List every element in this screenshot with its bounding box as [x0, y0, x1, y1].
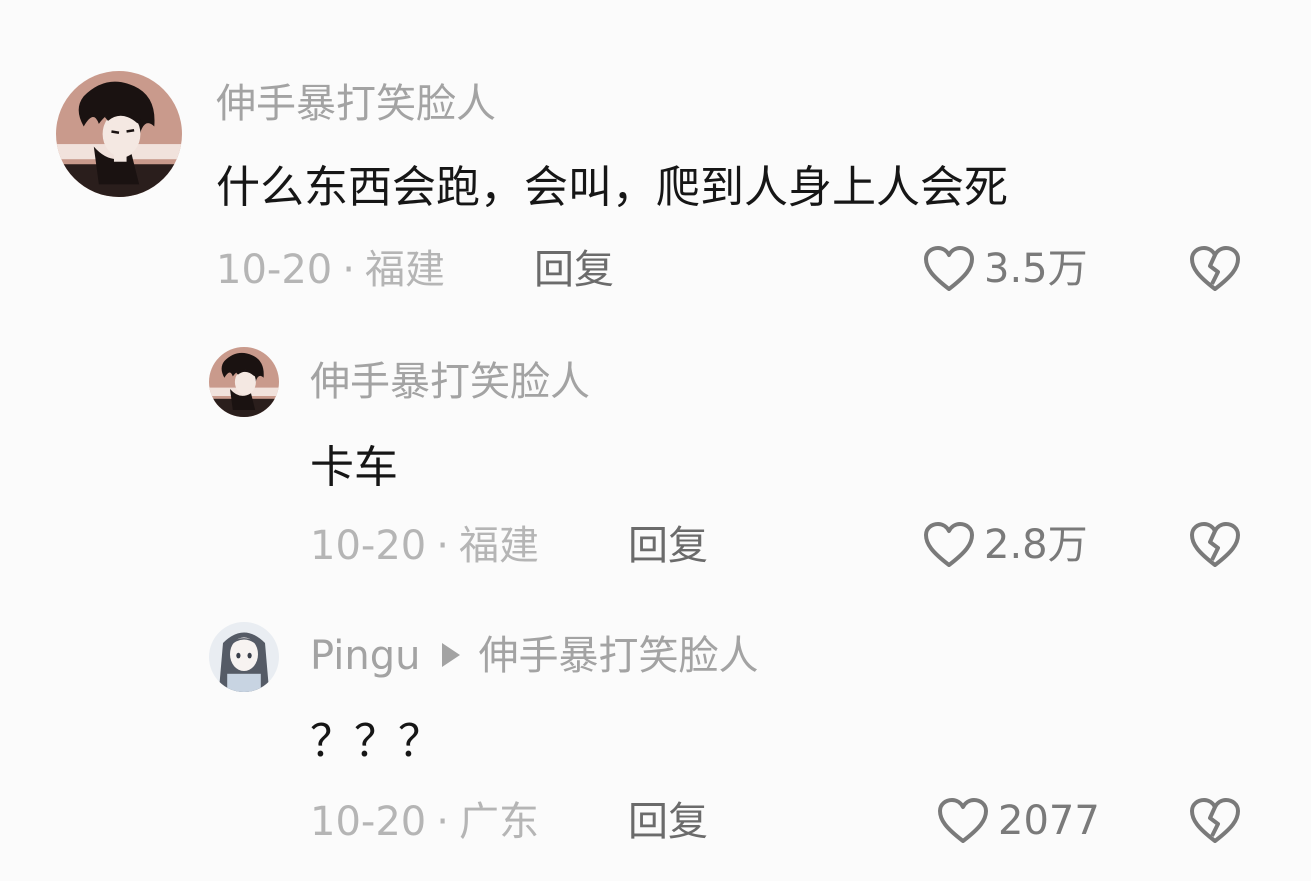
- comment-date: 10-20: [216, 247, 333, 293]
- reply-arrow-icon: [442, 643, 461, 667]
- broken-heart-icon: [1190, 522, 1240, 567]
- comment-username-line: Pingu 伸手暴打笑脸人: [310, 636, 758, 676]
- comment-text: 卡车: [310, 442, 398, 493]
- heart-outline-icon: [938, 798, 988, 843]
- like-button[interactable]: 2077: [936, 796, 1100, 846]
- comment-meta: 10-20 · 福建: [216, 250, 445, 290]
- broken-heart-icon: [1190, 798, 1240, 843]
- like-button[interactable]: 2.8万: [922, 520, 1088, 570]
- comment-text: ？？？: [310, 716, 442, 767]
- comment-meta: 10-20 · 广东: [310, 802, 539, 842]
- reply-button[interactable]: 回复: [628, 526, 708, 566]
- comment-username[interactable]: 伸手暴打笑脸人: [310, 362, 590, 402]
- avatar[interactable]: [209, 622, 279, 692]
- reply-target-username[interactable]: 伸手暴打笑脸人: [478, 633, 758, 679]
- reply-button[interactable]: 回复: [628, 802, 708, 842]
- comment-date: 10-20: [310, 523, 427, 569]
- separator-dot: ·: [436, 799, 449, 845]
- manga-avatar-image: [56, 71, 182, 197]
- reply-item: 伸手暴打笑脸人 卡车 10-20 · 福建 回复 2.8万: [0, 320, 1311, 600]
- comment-username[interactable]: 伸手暴打笑脸人: [216, 84, 496, 124]
- broken-heart-icon: [1190, 246, 1240, 291]
- comment-location: 福建: [458, 523, 539, 569]
- separator-dot: ·: [342, 247, 355, 293]
- comment-meta: 10-20 · 福建: [310, 526, 539, 566]
- avatar[interactable]: [209, 347, 279, 417]
- like-count: 2.8万: [984, 522, 1088, 568]
- anime-girl-avatar-image: [209, 622, 279, 692]
- comment-location: 广东: [458, 799, 539, 845]
- like-button[interactable]: 3.5万: [922, 244, 1088, 294]
- dislike-button[interactable]: [1188, 796, 1242, 846]
- comment-location: 福建: [364, 247, 445, 293]
- separator-dot: ·: [436, 523, 449, 569]
- comment-date: 10-20: [310, 799, 427, 845]
- dislike-button[interactable]: [1188, 244, 1242, 294]
- comment-item: 伸手暴打笑脸人 什么东西会跑，会叫，爬到人身上人会死 10-20 · 福建 回复 3…: [0, 0, 1311, 320]
- manga-avatar-image: [209, 347, 279, 417]
- comment-text: 什么东西会跑，会叫，爬到人身上人会死: [216, 162, 1008, 213]
- comment-username[interactable]: Pingu: [310, 633, 420, 679]
- dislike-button[interactable]: [1188, 520, 1242, 570]
- heart-outline-icon: [924, 246, 974, 291]
- like-count: 2077: [998, 798, 1100, 844]
- reply-item: Pingu 伸手暴打笑脸人 ？？？ 10-20 · 广东 回复 2077: [0, 600, 1311, 881]
- avatar[interactable]: [56, 71, 182, 197]
- heart-outline-icon: [924, 522, 974, 567]
- like-count: 3.5万: [984, 246, 1088, 292]
- reply-button[interactable]: 回复: [534, 250, 614, 290]
